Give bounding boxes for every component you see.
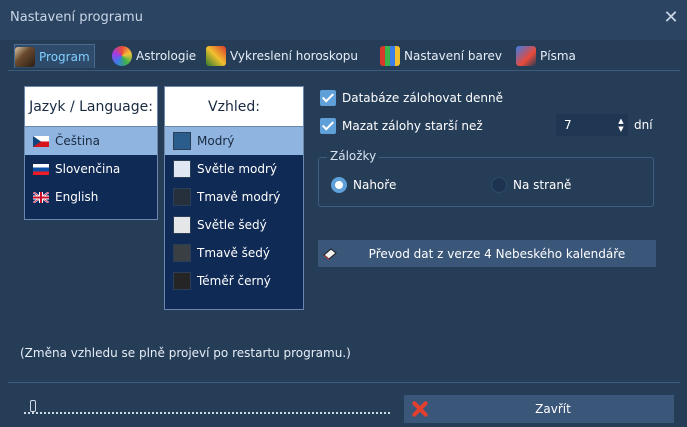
down-arrow-icon[interactable]: ▼ [618,125,623,133]
color-swatch [173,160,191,178]
days-spinner[interactable]: 7 ▲ ▼ [556,114,628,136]
appearance-item-temer-cerny[interactable]: Téměř černý [165,267,303,295]
color-swatch [173,132,191,150]
color-bars-icon [380,46,400,66]
tabs-position-group: Záložky Nahoře Na straně [318,149,654,207]
up-arrow-icon[interactable]: ▲ [618,117,623,125]
color-swatch [173,188,191,206]
appearance-list: Vzhled: Modrý Světle modrý Tmavě modrý S… [164,86,304,310]
eraser-icon [322,247,338,261]
close-icon [408,397,432,421]
restart-note: (Změna vzhledu se plně projeví po restar… [20,346,351,360]
checkbox-checked-icon [320,118,336,134]
radio-side[interactable]: Na straně [491,177,571,193]
color-swatch [173,244,191,262]
paint-brush-icon [206,46,226,66]
language-item-cestina[interactable]: Čeština [25,127,157,155]
appearance-item-svetle-modry[interactable]: Světle modrý [165,155,303,183]
tab-program[interactable]: Program [14,44,95,68]
color-swatch [173,216,191,234]
progress-knob [30,400,36,412]
tab-pisma[interactable]: Písma [516,44,576,68]
zodiac-wheel-icon [112,46,132,66]
days-value[interactable]: 7 [556,118,614,132]
color-swatch [173,272,191,290]
language-header: Jazyk / Language: [25,87,157,127]
title-bar: Nastavení programu ✕ [0,0,687,40]
tab-nastaveni-barev[interactable]: Nastavení barev [380,44,502,68]
spinner-arrows[interactable]: ▲ ▼ [614,117,628,133]
tab-astrologie[interactable]: Astrologie [112,44,196,68]
language-item-english[interactable]: English [25,183,157,211]
bottom-divider [8,382,680,383]
language-item-slovencina[interactable]: Slovenčina [25,155,157,183]
close-button[interactable]: Zavřít [404,395,674,423]
czech-flag-icon [33,135,49,147]
checkbox-checked-icon [320,90,336,106]
language-list: Jazyk / Language: Čeština Slovenčina Eng… [24,86,158,220]
appearance-item-tmave-modry[interactable]: Tmavě modrý [165,183,303,211]
days-unit: dní [634,118,653,132]
progress-bar [24,398,390,414]
radio-selected-icon [331,177,347,193]
appearance-item-svetle-sedy[interactable]: Světle šedý [165,211,303,239]
radio-top[interactable]: Nahoře [331,177,396,193]
tabs-position-legend: Záložky [327,149,380,163]
backup-daily-checkbox[interactable]: Databáze zálohovat denně [320,90,503,106]
appearance-item-modry[interactable]: Modrý [165,127,303,155]
appearance-header: Vzhled: [165,87,303,127]
uk-flag-icon [33,191,49,203]
tab-bar: Program Astrologie Vykreslení horoskopu … [10,41,680,69]
appearance-item-tmave-sedy[interactable]: Tmavě šedý [165,239,303,267]
fonts-icon [516,46,536,66]
radio-unselected-icon [491,177,507,193]
window-title: Nastavení programu [10,10,143,25]
wizard-icon [15,46,35,67]
delete-older-checkbox[interactable]: Mazat zálohy starší než [320,118,483,134]
close-icon[interactable]: ✕ [659,6,683,30]
slovak-flag-icon [33,163,49,175]
tab-vykresleni-horoskopu[interactable]: Vykreslení horoskopu [206,44,358,68]
convert-data-button[interactable]: Převod dat z verze 4 Nebeského kalendáře [318,240,656,267]
tab-divider [8,70,680,71]
